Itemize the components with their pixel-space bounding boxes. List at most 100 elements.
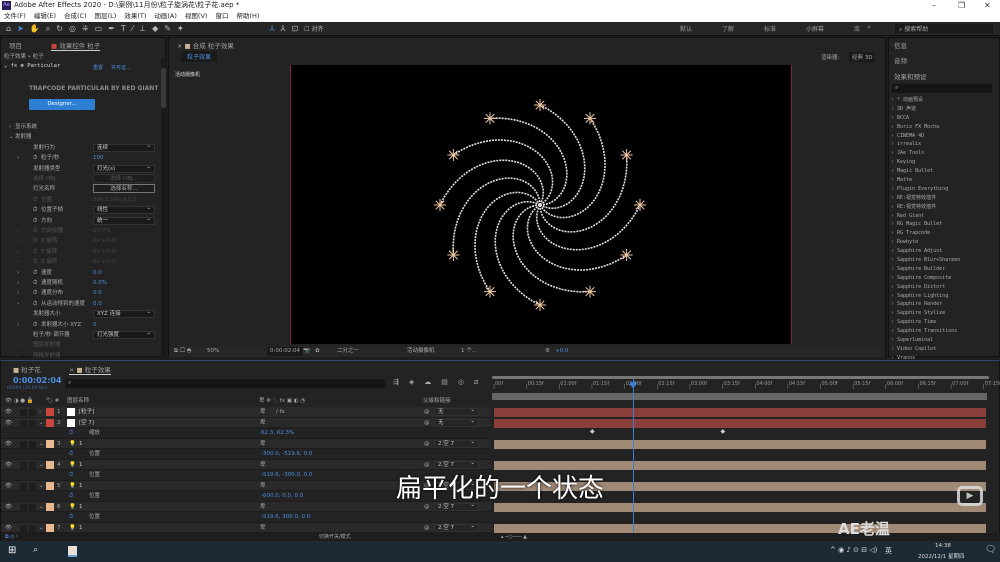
effect-category[interactable]: › Sapphire Blur+Sharpen xyxy=(889,256,993,265)
pickwhip-icon[interactable]: @ xyxy=(424,418,430,428)
license-link[interactable]: 许可证... xyxy=(111,64,131,71)
rotate-tool-icon[interactable]: ↻ xyxy=(56,24,63,33)
effects-search-input[interactable]: ⌕ xyxy=(892,84,992,93)
effect-property[interactable]: › ⏱ 方向传播 20.0% xyxy=(1,226,161,236)
effect-property[interactable]: 发射器大小 XYZ 连接 xyxy=(1,309,161,319)
stopwatch-icon[interactable]: ⏱ xyxy=(33,320,37,330)
chevron-right-icon[interactable]: › xyxy=(17,340,19,350)
chevron-right-icon[interactable]: › xyxy=(17,153,19,163)
property-value[interactable]: 0.0 xyxy=(93,288,102,298)
property-value[interactable]: 0.0% xyxy=(93,278,107,288)
hand-tool-icon[interactable]: ✋ xyxy=(30,24,40,33)
label-color[interactable] xyxy=(46,408,54,416)
camera-tool-icon[interactable]: ◎ xyxy=(69,24,76,33)
effect-property[interactable]: 发射行为 连续 xyxy=(1,143,161,153)
work-area-range[interactable] xyxy=(492,393,987,400)
stopwatch-icon[interactable]: ⏱ xyxy=(33,236,37,246)
label-color[interactable] xyxy=(46,439,54,448)
clone-stamp-icon[interactable]: ⊥ xyxy=(139,24,146,33)
property-button[interactable]: 选择名称... xyxy=(93,184,155,194)
stopwatch-icon[interactable]: ⏱ xyxy=(33,205,37,215)
home-icon[interactable]: ⌂ xyxy=(6,24,11,33)
more-workspaces[interactable]: » xyxy=(867,24,871,31)
pickwhip-icon[interactable]: @ xyxy=(424,439,430,449)
property-dropdown[interactable]: 统一 xyxy=(93,216,155,225)
effect-category[interactable]: › Sapphire Composite xyxy=(889,274,993,283)
chevron-right-icon[interactable]: › xyxy=(17,278,19,288)
roto-brush-icon[interactable]: ✎ xyxy=(164,24,171,33)
effect-category[interactable]: › Sapphire Adjust xyxy=(889,247,993,256)
stopwatch-icon[interactable]: ⏱ xyxy=(33,153,37,163)
reset-link[interactable]: 重置 xyxy=(93,64,103,71)
layer-duration-bar[interactable] xyxy=(494,408,986,417)
layer-name[interactable]: 1 xyxy=(79,523,83,533)
property-row[interactable]: ⏱ 位置 -519.6, 300.0, 0.0 xyxy=(1,512,491,523)
snap-checkbox[interactable]: ☐ 对齐 xyxy=(304,24,323,33)
chevron-right-icon[interactable]: › xyxy=(17,268,19,278)
effect-property[interactable]: ⌄ 发射器 xyxy=(1,132,161,142)
work-area-bar[interactable] xyxy=(492,376,989,379)
stopwatch-icon[interactable]: ⏱ xyxy=(33,247,37,257)
effect-category[interactable]: › RE:视觉特效插件 xyxy=(889,203,993,212)
effect-category[interactable]: › Red Giant xyxy=(889,212,993,221)
column-parent[interactable]: 父级和链接 xyxy=(423,396,451,406)
effect-category[interactable]: › RG Trapcode xyxy=(889,229,993,238)
composition-viewer[interactable] xyxy=(290,65,792,344)
effect-category[interactable]: › JAe Tools xyxy=(889,149,993,158)
shy-switch-icon[interactable]: 卑 xyxy=(260,418,266,428)
effect-property[interactable]: › ⏱ 粒子/秒 100 xyxy=(1,153,161,163)
workspace-tab[interactable]: 库 xyxy=(854,24,860,33)
tab-audio[interactable]: 音频 xyxy=(894,55,907,65)
stopwatch-icon[interactable]: ⏱ xyxy=(33,257,37,267)
shy-switch-icon[interactable]: 卑 xyxy=(260,407,266,417)
local-axis-icon[interactable]: ⅄ xyxy=(270,24,275,33)
parent-dropdown[interactable]: 2.空 7 xyxy=(434,439,479,448)
clock-date[interactable]: 2022/12/1 星期四 xyxy=(918,552,964,560)
layer-name[interactable]: [粒子] xyxy=(79,407,94,417)
effect-category[interactable]: › Rowbyte xyxy=(889,238,993,247)
effect-property[interactable]: ⏱ 方向 统一 xyxy=(1,216,161,226)
stopwatch-icon[interactable]: ⏱ xyxy=(69,428,73,438)
property-value[interactable]: 0 xyxy=(93,320,97,330)
layer-row[interactable]: 👁 › 1 [粒子] 卑 / fx @ 无 xyxy=(1,407,491,418)
property-value[interactable]: 20.0% xyxy=(93,226,110,236)
graph-editor-icon[interactable]: ⧄ xyxy=(474,378,478,387)
effect-category[interactable]: › Video Copilot xyxy=(889,345,993,354)
comp-flowchart-icon[interactable]: ⇶ xyxy=(393,378,399,387)
workspace-tab[interactable]: 标准 xyxy=(764,24,776,33)
effect-category[interactable]: › * 动画预设 xyxy=(889,96,993,105)
current-time[interactable]: 0:00:02:04 xyxy=(267,347,304,356)
time-ruler[interactable]: 00f00:15f01:00f01:15f02:00f02:15f03:00f0… xyxy=(489,376,1000,406)
effect-property[interactable]: › ⏱ X 旋转 0x +0.0° xyxy=(1,236,161,246)
effect-property[interactable]: › 显示系统 xyxy=(1,122,161,132)
selection-tool-icon[interactable]: ➤ xyxy=(17,24,24,33)
text-tool-icon[interactable]: T xyxy=(121,24,126,33)
resolution-dropdown[interactable]: 二分之一 xyxy=(337,346,359,357)
tab-info[interactable]: 信息 xyxy=(894,40,907,50)
lock-box[interactable] xyxy=(29,524,36,532)
property-value[interactable]: 0x +0.0° xyxy=(93,257,118,267)
effect-property[interactable]: › ⏱ 速度 0.0 xyxy=(1,268,161,278)
renderer-dropdown[interactable]: 经典 3D xyxy=(849,52,876,62)
help-search-input[interactable]: ⌕ 搜索帮助 xyxy=(895,24,993,33)
chevron-right-icon[interactable]: › xyxy=(17,236,19,246)
motion-blur-icon[interactable]: ◎ xyxy=(458,378,464,387)
chevron-right-icon[interactable]: › xyxy=(17,226,19,236)
scrollbar[interactable] xyxy=(161,58,166,358)
view-dropdown[interactable]: 活动摄像机 xyxy=(407,346,435,357)
solo-box[interactable] xyxy=(20,419,27,427)
effect-category[interactable]: › BCCA xyxy=(889,114,993,123)
shy-switch-icon[interactable]: 卑 xyxy=(260,523,266,533)
chevron-right-icon[interactable]: › xyxy=(17,247,19,257)
tab-comp-1[interactable]: ■ 粒子花 xyxy=(13,364,41,374)
lock-box[interactable] xyxy=(29,440,36,448)
stopwatch-icon[interactable]: ⏱ xyxy=(69,512,73,522)
effect-property[interactable]: › 图层发射器 xyxy=(1,340,161,350)
stopwatch-icon[interactable]: ⏱ xyxy=(33,288,37,298)
effect-category[interactable]: › 3D 声道 xyxy=(889,105,993,114)
effect-category[interactable]: › Sapphire Lighting xyxy=(889,292,993,301)
ime-indicator[interactable]: 英 xyxy=(885,546,892,556)
mask-icon[interactable]: ◓ xyxy=(187,348,192,354)
exposure-value[interactable]: +0.0 xyxy=(555,346,568,357)
effect-header[interactable]: ⌄ fx ⊛ Particular xyxy=(4,63,60,69)
